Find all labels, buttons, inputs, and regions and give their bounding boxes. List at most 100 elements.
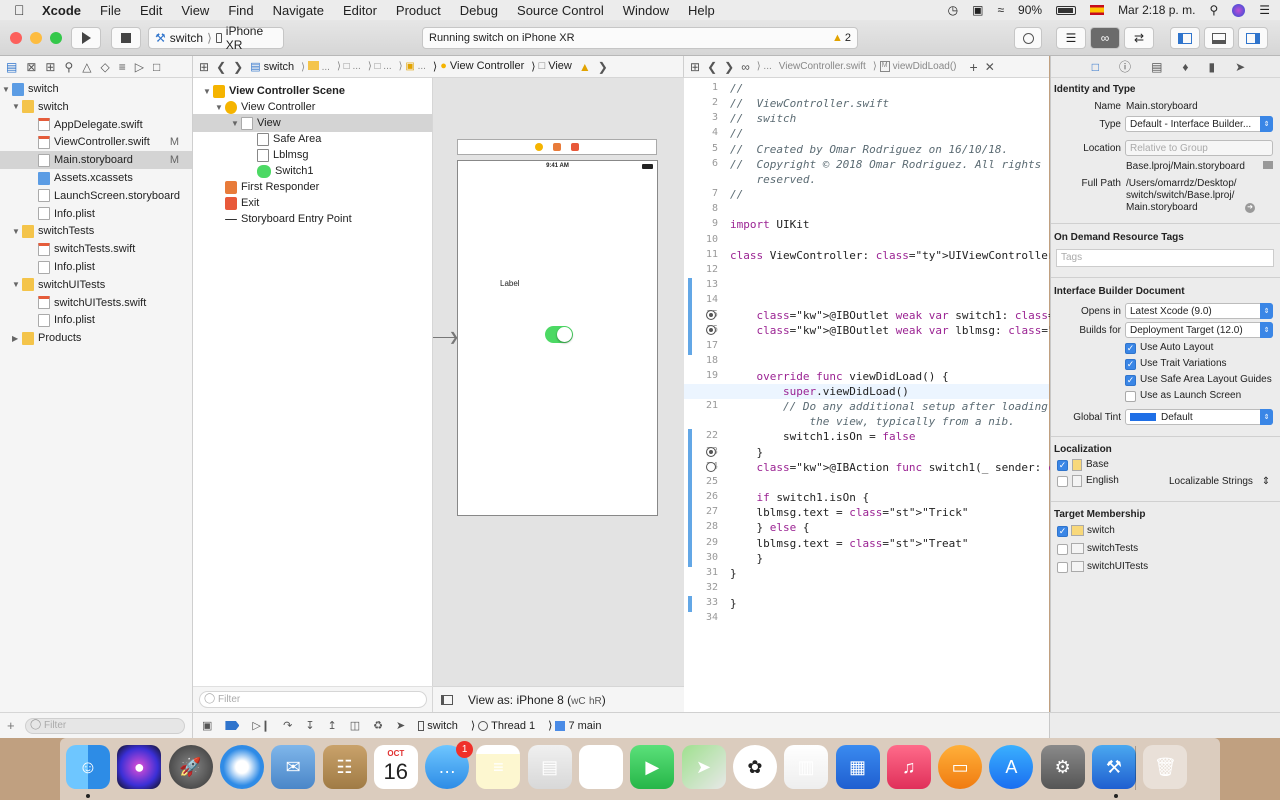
navigator-item[interactable]: Main.storyboard M [0,151,192,170]
outline-item[interactable]: Storyboard Entry Point [193,210,432,228]
test-nav-icon[interactable]: ◇ [101,60,110,74]
navigator-item[interactable]: AppDelegate.swift [0,116,192,134]
target-checkbox[interactable]: ✓ [1057,526,1068,537]
menu-debug[interactable]: Debug [460,3,498,18]
menu-navigate[interactable]: Navigate [273,3,324,18]
mail-icon[interactable]: ✉ [271,745,316,789]
folder-crumb[interactable]: ⟩ ... [301,60,330,73]
navigator-item[interactable]: ▼ switchTests [0,222,192,240]
contacts-icon[interactable]: ☷ [322,745,367,789]
location-popup[interactable]: Relative to Group [1125,140,1273,156]
run-button[interactable] [71,27,101,49]
menu-edit[interactable]: Edit [140,3,162,18]
scene-dock[interactable] [457,139,657,155]
navigator-item[interactable]: Info.plist [0,258,192,276]
disclosure-triangle-icon[interactable]: ▶ [12,334,22,343]
warning-indicator[interactable]: ▲ 2 [832,32,851,44]
lblmsg-label[interactable]: Label [500,279,520,288]
navigator-filter-input[interactable]: Filter [25,718,185,734]
ib-canvas[interactable]: ❯ 9:41 AM Label [433,78,684,686]
clock[interactable]: Mar 2:18 p. m. [1118,3,1195,17]
close-window-button[interactable] [10,32,22,44]
minimize-window-button[interactable] [30,32,42,44]
exit-dock-icon[interactable] [571,143,579,151]
stop-button[interactable] [111,27,141,49]
toggle-inspector-button[interactable] [1238,27,1268,49]
source-control-nav-icon[interactable]: ⊠ [26,60,36,74]
issue-warning-icon[interactable]: ▲ [579,60,591,74]
navigator-item[interactable]: ViewController.swift M [0,133,192,151]
menu-source-control[interactable]: Source Control [517,3,604,18]
battery-percent[interactable]: 90% [1018,3,1042,17]
wifi-icon[interactable]: ≈ [997,3,1004,17]
airplay-icon[interactable]: ▣ [972,3,983,17]
disclosure-triangle-icon[interactable]: ▼ [203,87,213,96]
localization-checkbox[interactable]: ✓ [1057,460,1068,471]
continue-icon[interactable]: ▷❙ [252,719,270,732]
file-inspector-icon[interactable]: □ [1092,60,1099,74]
navigator-item[interactable]: ▶ Products [0,329,192,347]
related-items-icon[interactable]: ⊞ [690,60,700,74]
issue-nav-icon[interactable]: △ [82,60,91,74]
target-checkbox[interactable] [1057,544,1068,555]
notes-icon[interactable]: ≡ [476,745,521,789]
size-inspector-icon[interactable]: ▮ [1209,60,1216,74]
menu-file[interactable]: File [100,3,121,18]
disclosure-triangle-icon[interactable]: ▼ [2,85,12,94]
disclosure-triangle-icon[interactable]: ▼ [215,103,225,112]
facetime-icon[interactable]: ▶ [630,745,675,789]
counterpart-crumb[interactable]: ⟩ ... [757,61,772,72]
file-crumb[interactable]: ⟩ □ ... [337,61,361,72]
calendar-icon[interactable]: OCT 16 [373,745,418,789]
option-checkbox[interactable]: ✓ [1125,359,1136,370]
localizable-strings-popup[interactable]: Localizable Strings ⇕ [1169,476,1270,487]
input-flag-icon[interactable] [1090,5,1105,15]
breakpoints-toggle-icon[interactable] [225,721,240,730]
navigator-item[interactable]: Info.plist [0,311,192,329]
scheme-selector[interactable]: ⚒ switch ⟩ iPhone XR [148,24,284,52]
toggle-debug-area-button[interactable] [1204,27,1234,49]
step-into-icon[interactable]: ↧ [305,719,314,732]
disclosure-triangle-icon[interactable]: ▼ [12,102,22,111]
reveal-folder-icon[interactable] [1263,161,1273,169]
add-icon[interactable]: + [7,718,15,733]
navigator-item[interactable]: Info.plist [0,205,192,223]
forward-icon[interactable]: ❯ [724,60,734,74]
menu-find[interactable]: Find [228,3,253,18]
iphone-view[interactable]: 9:41 AM Label [457,160,658,516]
launchpad-icon[interactable]: 🚀 [168,745,213,789]
connection-outlet-icon[interactable] [706,446,716,457]
step-out-icon[interactable]: ↥ [328,719,337,732]
opens-in-popup[interactable]: Latest Xcode (9.0) ⇕ [1125,303,1273,319]
related-items-icon[interactable]: ⊞ [199,60,209,74]
view-as-button[interactable]: View as: iPhone 8 (wC hR) [468,693,606,707]
scene-crumb[interactable]: ⟩ ▣ ... [399,61,426,72]
connections-inspector-icon[interactable]: ➤ [1235,60,1245,74]
preview-icon[interactable]: ▤ [527,745,572,789]
outline-toggle-icon[interactable] [441,694,453,705]
library-button[interactable] [1014,27,1042,49]
disclosure-triangle-icon[interactable]: ▼ [12,227,22,236]
assistant-mode-icon[interactable]: ∞ [741,60,750,74]
next-issue-icon[interactable]: ❯ [598,60,608,74]
folder-nav-icon[interactable]: ▤ [6,60,17,74]
music-icon[interactable]: ♫ [886,745,931,789]
disclosure-triangle-icon[interactable]: ▼ [231,119,241,128]
option-checkbox[interactable]: ✓ [1125,343,1136,354]
siri-menu-icon[interactable] [1232,3,1246,17]
debug-target-crumb[interactable]: switch [418,720,458,732]
view-debugger-icon[interactable]: ◫ [350,719,360,732]
find-nav-icon[interactable]: ⚲ [64,60,73,74]
target-checkbox[interactable] [1057,562,1068,573]
keynote-icon[interactable]: ▦ [835,745,880,789]
controller-crumb[interactable]: ⟩ ● View Controller [433,60,524,73]
view-controller-dock-icon[interactable] [535,143,543,151]
back-icon[interactable]: ❮ [216,60,226,74]
navigator-item[interactable]: ▼ switch [0,80,192,98]
navigator-item[interactable]: switchUITests.swift [0,294,192,312]
source-editor[interactable]: 1 // 2 // ViewController.swift 3 // switch 4 //… [684,78,1194,712]
menu-app[interactable]: Xcode [42,3,81,18]
global-tint-popup[interactable]: Default ⇕ [1125,409,1273,425]
option-checkbox[interactable]: ✓ [1125,375,1136,386]
apple-menu-icon[interactable]:  [14,2,32,18]
